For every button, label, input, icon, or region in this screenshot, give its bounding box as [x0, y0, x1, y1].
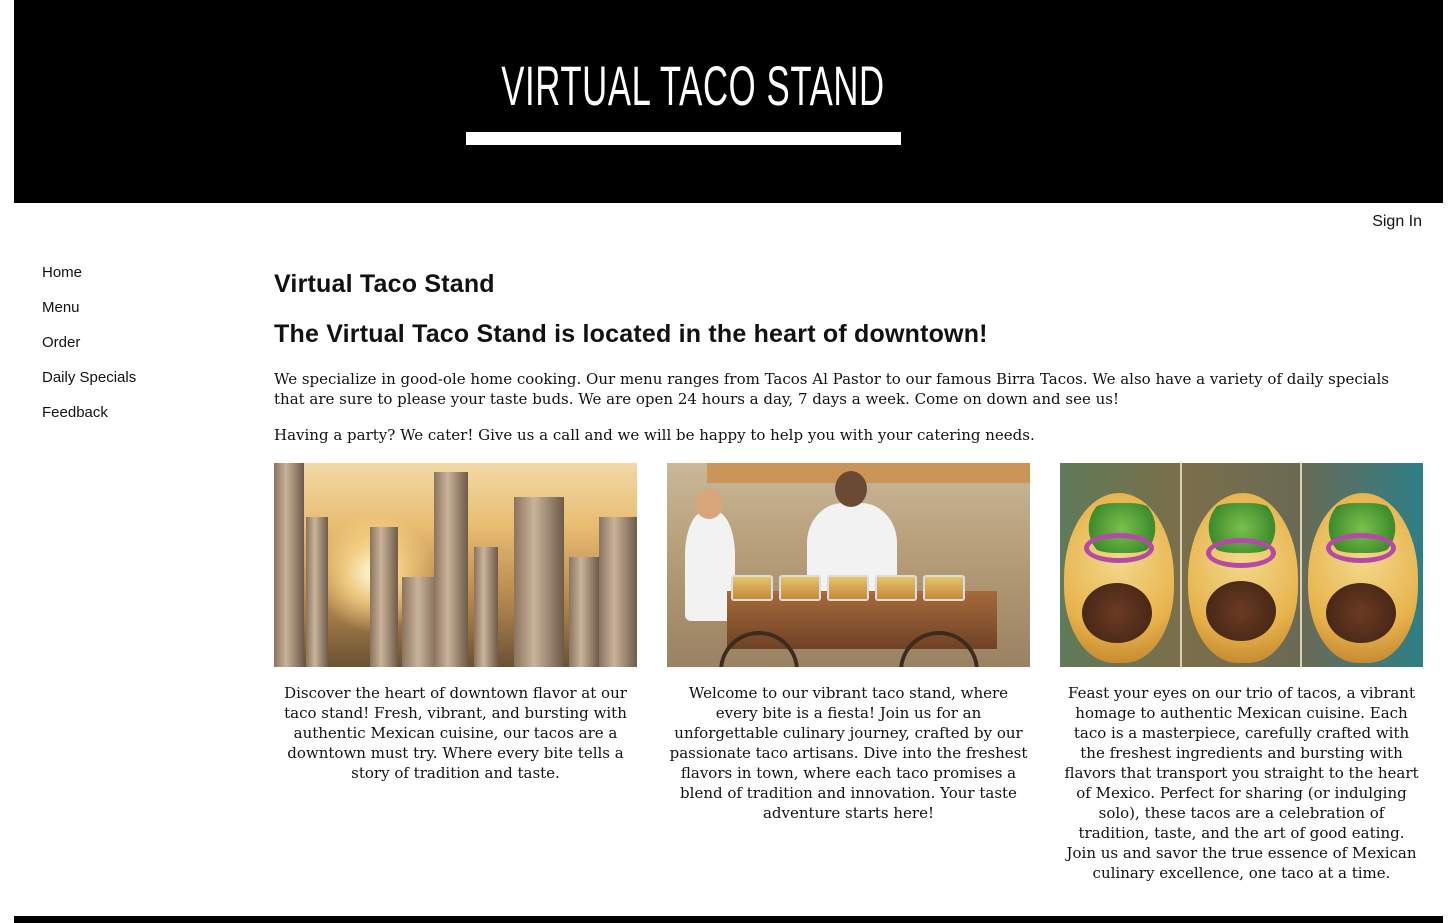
card-tacos-trio: Feast your eyes on our trio of tacos, a …	[1060, 463, 1423, 883]
card-caption: Discover the heart of downtown flavor at…	[284, 684, 627, 782]
page-subtitle: The Virtual Taco Stand is located in the…	[274, 320, 988, 348]
card-taco-cart: Welcome to our vibrant taco stand, where…	[667, 463, 1030, 823]
sidebar-item-feedback: Feedback	[42, 402, 136, 437]
catering-paragraph: Having a party? We cater! Give us a call…	[274, 426, 1035, 444]
card-caption: Feast your eyes on our trio of tacos, a …	[1064, 684, 1419, 882]
tacos-trio-image	[1060, 463, 1423, 667]
nav-link-home[interactable]: Home	[42, 264, 82, 281]
nav-link-menu[interactable]: Menu	[42, 299, 80, 316]
page-title: Virtual Taco Stand	[274, 270, 495, 298]
nav-link-feedback[interactable]: Feedback	[42, 404, 108, 421]
card-caption: Welcome to our vibrant taco stand, where…	[669, 684, 1028, 822]
footer-bar	[14, 916, 1443, 923]
sidebar-item-home: Home	[42, 262, 136, 297]
sign-in-link[interactable]: Sign In	[1372, 213, 1422, 231]
sidebar-item-daily-specials: Daily Specials	[42, 367, 136, 402]
sidebar-item-order: Order	[42, 332, 136, 367]
taco-cart-image	[667, 463, 1030, 667]
site-title: VIRTUAL TACO STAND	[501, 54, 885, 117]
sidebar-nav: Home Menu Order Daily Specials Feedback	[42, 262, 136, 437]
main-content: Virtual Taco Stand The Virtual Taco Stan…	[274, 270, 1424, 445]
nav-link-order[interactable]: Order	[42, 334, 80, 351]
city-skyline-image	[274, 463, 637, 667]
intro-paragraph: We specialize in good-ole home cooking. …	[274, 370, 1389, 408]
title-underline	[466, 132, 901, 145]
card-downtown: Discover the heart of downtown flavor at…	[274, 463, 637, 783]
site-banner: VIRTUAL TACO STAND	[14, 0, 1443, 203]
sidebar-item-menu: Menu	[42, 297, 136, 332]
nav-link-daily-specials[interactable]: Daily Specials	[42, 369, 136, 386]
